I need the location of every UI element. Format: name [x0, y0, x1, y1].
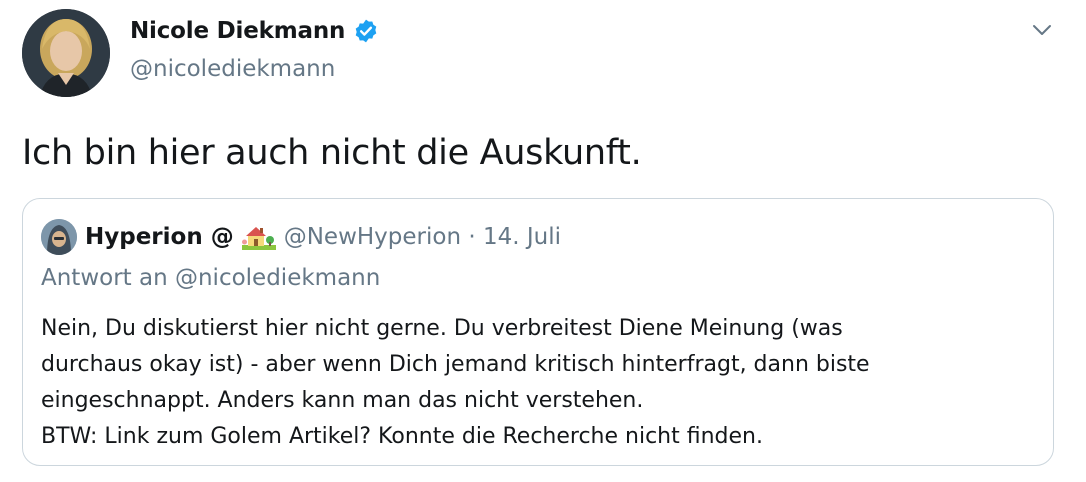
quoted-tweet[interactable]: Hyperion @ @NewHyperion · 14. Juli Antwo… [22, 198, 1054, 466]
avatar-portrait-icon [22, 9, 110, 97]
author-name-row: Nicole Diekmann [130, 18, 379, 44]
quoted-text-line: BTW: Link zum Golem Artikel? Konnte die … [41, 424, 763, 449]
author-name[interactable]: Nicole Diekmann [130, 18, 345, 44]
verified-badge-icon [353, 18, 379, 44]
quoted-handle-date[interactable]: @NewHyperion · 14. Juli [284, 224, 561, 250]
quoted-text-line: eingeschnappt. Anders kann man das nicht… [41, 388, 644, 413]
quoted-author-name[interactable]: Hyperion @ [85, 224, 234, 250]
avatar-hooded-icon [41, 219, 77, 255]
chevron-down-icon[interactable] [1030, 18, 1054, 42]
author-handle[interactable]: @nicolediekmann [130, 56, 335, 82]
quoted-text-line: durchaus okay ist) - aber wenn Dich jema… [41, 352, 870, 377]
quoted-tweet-header: Hyperion @ @NewHyperion · 14. Juli [41, 219, 561, 255]
reply-to-label[interactable]: Antwort an @nicolediekmann [41, 265, 380, 291]
author-avatar[interactable] [22, 9, 110, 97]
house-with-garden-icon [241, 224, 276, 250]
tweet-text: Ich bin hier auch nicht die Auskunft. [22, 133, 642, 173]
quoted-tweet-body: Nein, Du diskutierst hier nicht gerne. D… [41, 311, 1031, 455]
quoted-text-line: Nein, Du diskutierst hier nicht gerne. D… [41, 316, 843, 341]
quoted-author-avatar[interactable] [41, 219, 77, 255]
